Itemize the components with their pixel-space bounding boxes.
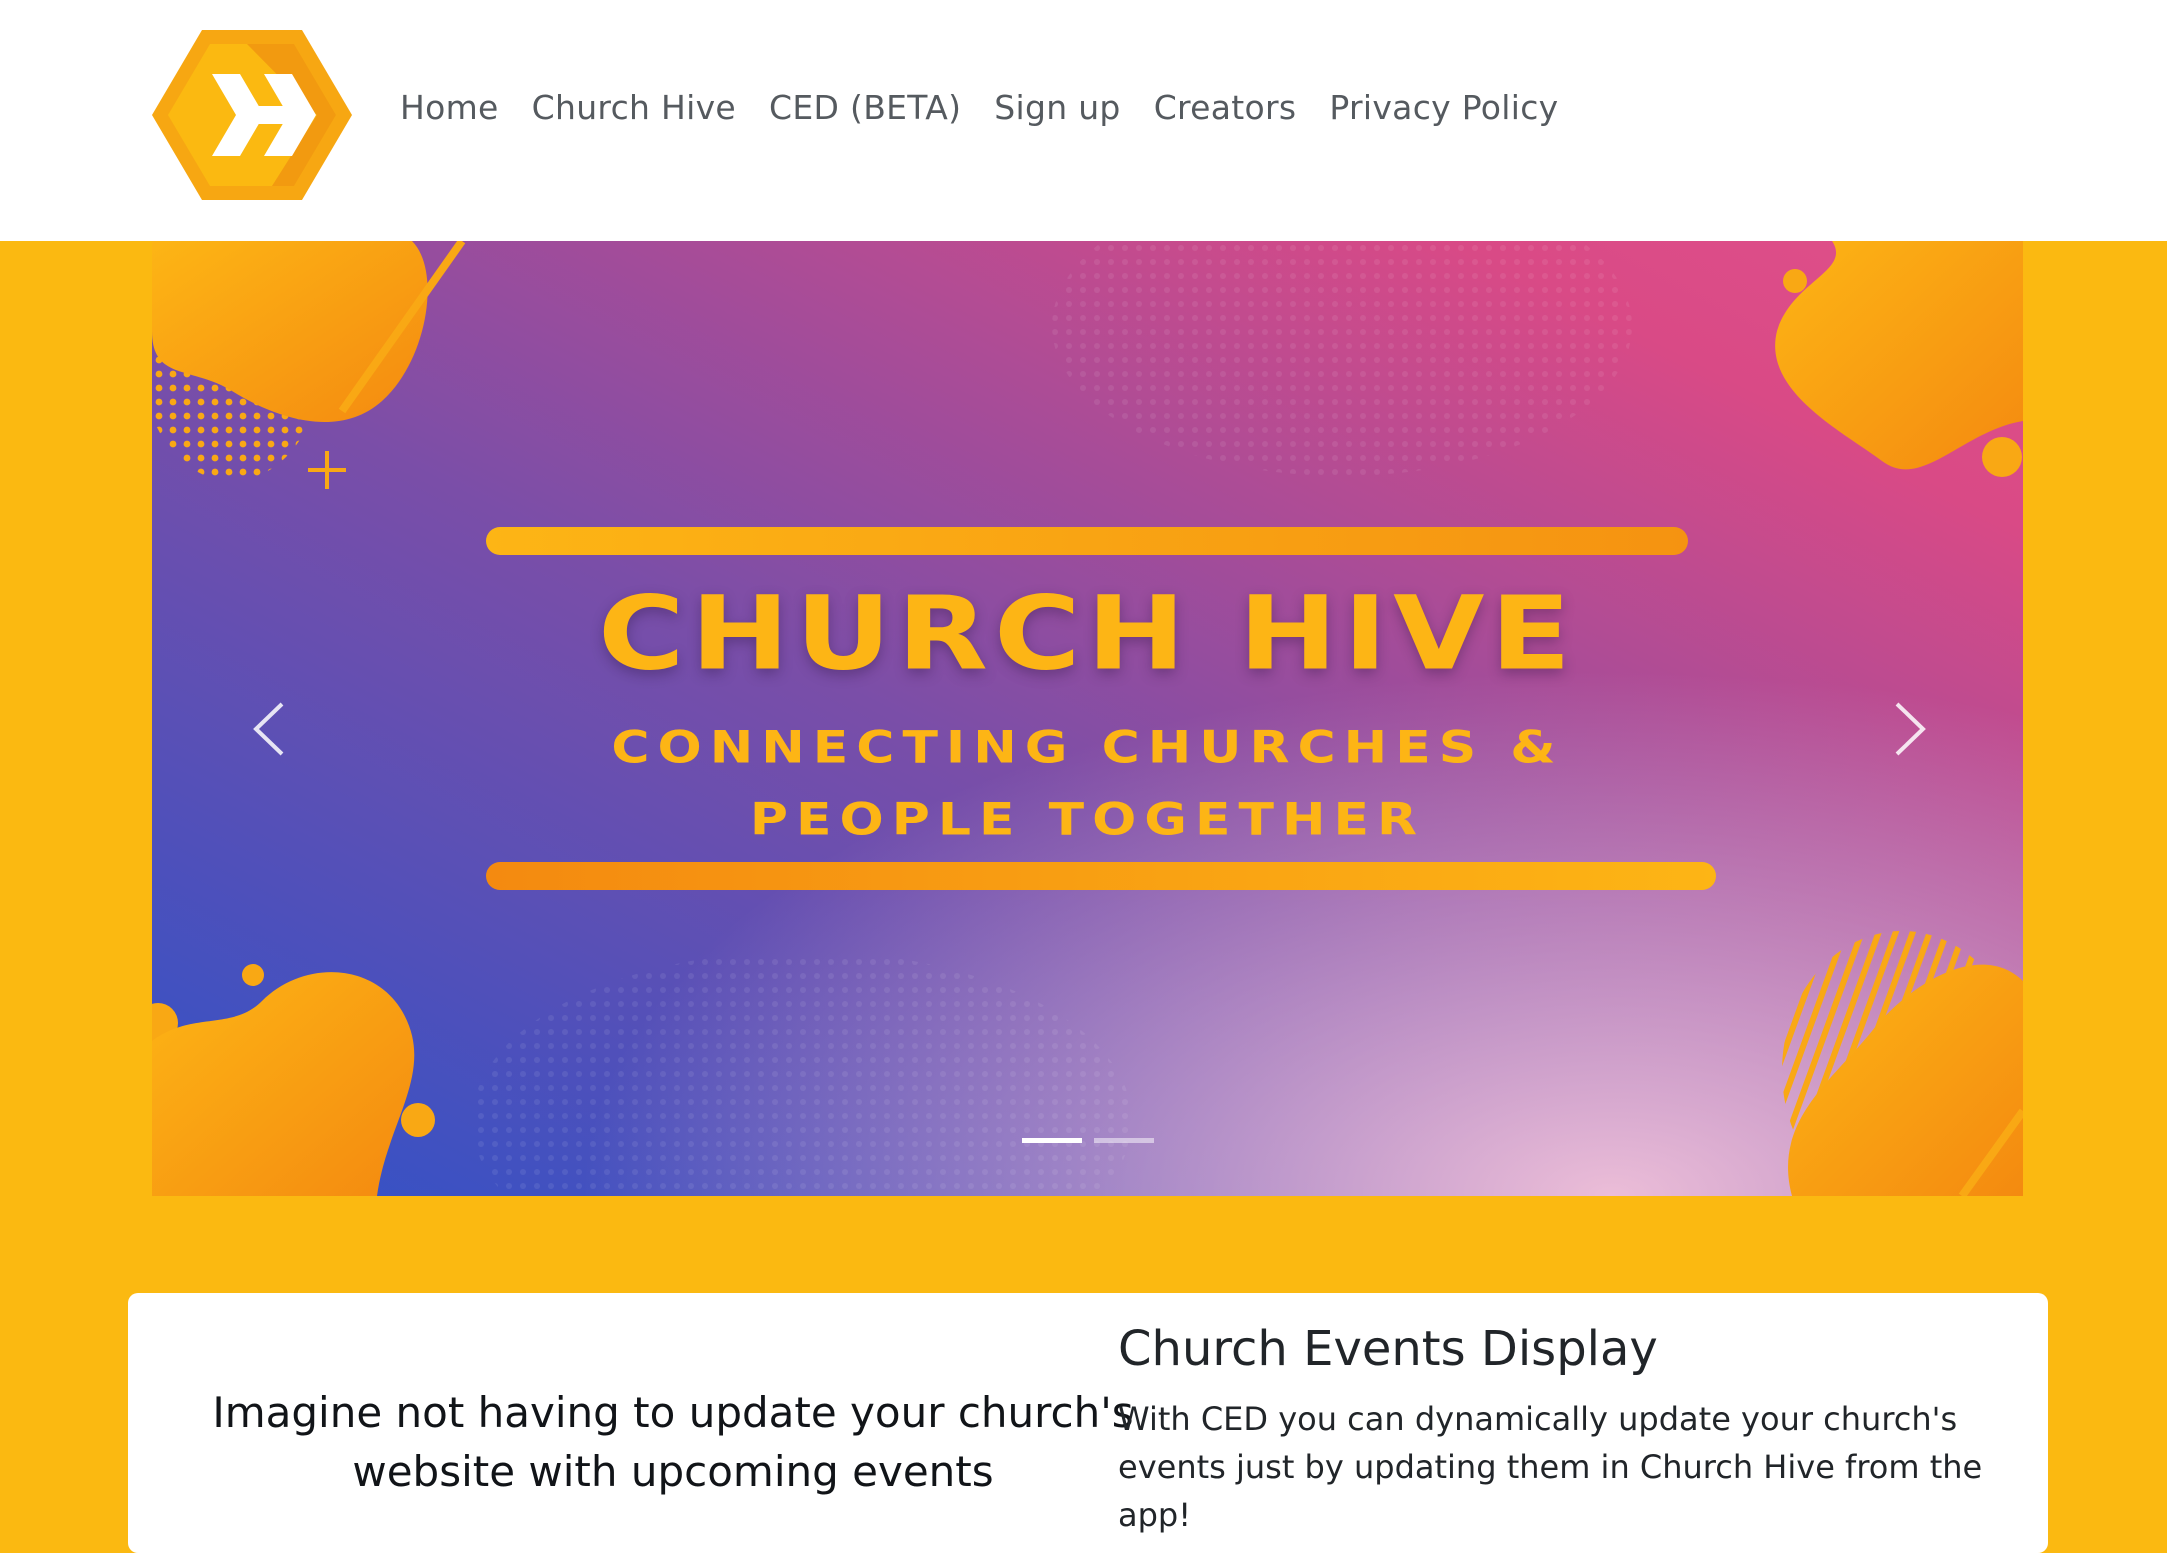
ced-info-card: Imagine not having to update your church…	[128, 1293, 2048, 1553]
hexagon-logo-icon	[152, 30, 352, 200]
carousel-indicator-1[interactable]	[1022, 1138, 1082, 1143]
carousel-prev-button[interactable]	[242, 689, 302, 769]
hero-title: CHURCH HIVE	[597, 573, 1578, 693]
nav-privacy-policy-link[interactable]: Privacy Policy	[1329, 88, 1558, 127]
nav-church-hive-link[interactable]: Church Hive	[532, 88, 736, 127]
carousel-indicators	[1022, 1138, 1166, 1143]
site-header: Home Church Hive CED (BETA) Sign up Crea…	[0, 0, 2167, 241]
hero-carousel: CHURCH HIVE CONNECTING CHURCHES & PEOPLE…	[152, 241, 2023, 1196]
main-nav: Home Church Hive CED (BETA) Sign up Crea…	[400, 88, 1591, 127]
carousel-indicator-2[interactable]	[1094, 1138, 1154, 1143]
hero-slide-image	[152, 241, 2023, 1196]
carousel-next-button[interactable]	[1877, 689, 1937, 769]
hero-subtitle-line2: PEOPLE TOGETHER	[749, 794, 1426, 846]
nav-creators-link[interactable]: Creators	[1154, 88, 1297, 127]
nav-ced-beta-link[interactable]: CED (BETA)	[769, 88, 961, 127]
church-hive-logo[interactable]	[152, 30, 352, 200]
nav-home-link[interactable]: Home	[400, 88, 499, 127]
chevron-left-icon	[253, 702, 284, 756]
chevron-right-icon	[1895, 702, 1926, 756]
nav-sign-up-link[interactable]: Sign up	[994, 88, 1120, 127]
hero-bottom-bar	[486, 862, 1716, 890]
hero-subtitle-line1: CONNECTING CHURCHES &	[611, 722, 1564, 774]
ced-tagline: Imagine not having to update your church…	[212, 1388, 1134, 1496]
hero-top-bar	[486, 527, 1688, 555]
ced-section-title: Church Events Display	[1118, 1321, 1658, 1377]
ced-description: With CED you can dynamically update your…	[1118, 1400, 1983, 1534]
